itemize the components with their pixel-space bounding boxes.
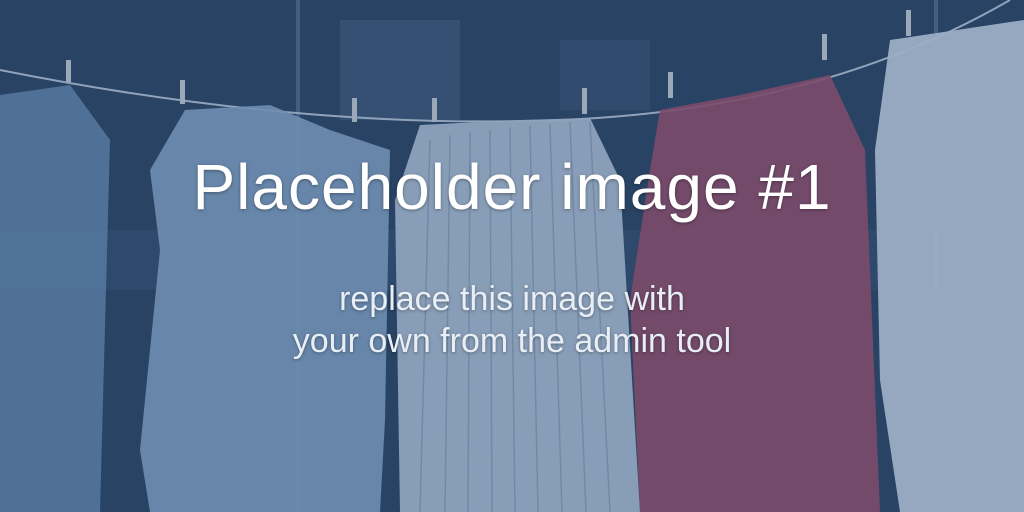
subtitle-line-2: your own from the admin tool	[292, 322, 732, 360]
color-overlay	[0, 0, 1024, 512]
placeholder-subtitle: replace this image with your own from th…	[0, 278, 1024, 362]
placeholder-title: Placeholder image #1	[192, 151, 832, 223]
placeholder-image: Placeholder image #1 replace this image …	[0, 0, 1024, 512]
subtitle-line-1: replace this image with	[339, 280, 685, 318]
